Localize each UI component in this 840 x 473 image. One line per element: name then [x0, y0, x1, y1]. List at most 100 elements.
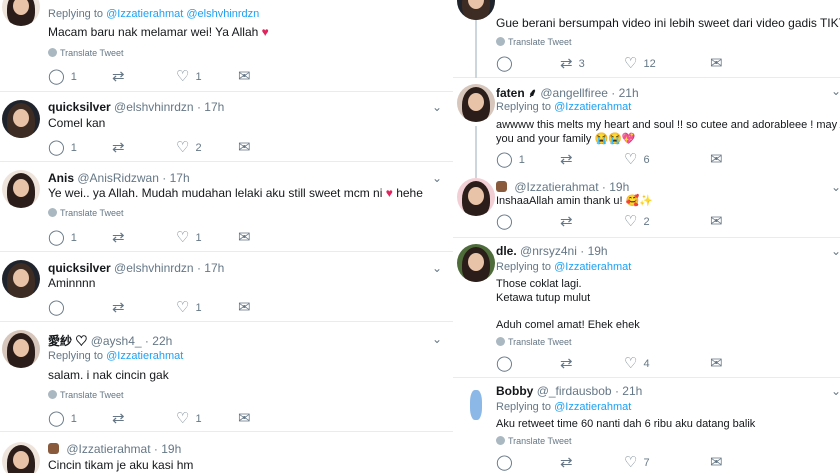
display-name[interactable]: faten ⸙	[496, 86, 537, 100]
chevron-down-icon[interactable]: ⌄	[831, 180, 840, 194]
user-handle[interactable]: @Izzatierahmat	[514, 180, 598, 194]
dm-button[interactable]: ✉	[238, 300, 251, 316]
like-button[interactable]: ♡ 1	[176, 411, 202, 427]
reply-button[interactable]: ◯ 1	[496, 152, 525, 168]
translate-tweet-link[interactable]: Translate Tweet	[496, 436, 572, 446]
retweet-button[interactable]: ⇄ 3	[560, 56, 585, 72]
retweet-button[interactable]: ⇄	[112, 300, 125, 316]
reply-mention-link[interactable]: @Izzatierahmat @elshvhinrdzn	[106, 8, 259, 20]
translate-tweet-link[interactable]: Translate Tweet	[48, 390, 124, 400]
avatar[interactable]	[2, 260, 40, 298]
dm-button[interactable]: ✉	[710, 214, 723, 230]
tweet[interactable]: 愛紗 ♡ @aysh4_ · 22h ⌄ Replying to @Izzati…	[0, 322, 453, 432]
like-button[interactable]: ♡ 6	[624, 152, 650, 168]
tweet[interactable]: faten ⸙ @angellfiree · 21h ⌄ Replying to…	[453, 78, 840, 178]
retweet-button[interactable]: ⇄	[112, 230, 125, 246]
dm-button[interactable]: ✉	[238, 140, 251, 156]
avatar[interactable]	[2, 0, 40, 26]
chevron-down-icon[interactable]: ⌄	[432, 100, 442, 114]
user-handle[interactable]: @nrsyz4ni	[520, 244, 577, 258]
retweet-button[interactable]: ⇄	[560, 455, 573, 471]
tweet[interactable]: Anis @AnisRidzwan · 17h ⌄ Ye wei.. ya Al…	[0, 162, 453, 252]
timestamp[interactable]: 21h	[619, 86, 639, 100]
reply-mention-link[interactable]: @Izzatierahmat	[106, 350, 183, 362]
chevron-down-icon[interactable]: ⌄	[432, 171, 442, 185]
like-button[interactable]: ♡ 12	[624, 56, 656, 72]
tweet[interactable]: Gue berani bersumpah video ini lebih swe…	[453, 0, 840, 78]
reply-button[interactable]: ◯ 1	[48, 230, 77, 246]
user-handle[interactable]: @elshvhinrdzn	[114, 100, 194, 114]
timestamp[interactable]: 17h	[204, 100, 224, 114]
avatar[interactable]	[2, 170, 40, 208]
like-button[interactable]: ♡ 2	[176, 140, 202, 156]
display-name[interactable]: Bobby	[496, 384, 533, 398]
user-handle[interactable]: @AnisRidzwan	[77, 171, 159, 185]
reply-button[interactable]: ◯	[496, 214, 513, 230]
chevron-down-icon[interactable]: ⌄	[432, 332, 442, 346]
display-name[interactable]: Anis	[48, 171, 74, 185]
avatar[interactable]	[457, 384, 495, 422]
retweet-button[interactable]: ⇄	[112, 411, 125, 427]
user-handle[interactable]: @_firdausbob	[537, 384, 612, 398]
retweet-button[interactable]: ⇄	[560, 356, 573, 372]
avatar[interactable]	[457, 0, 495, 20]
display-name[interactable]: 愛紗 ♡	[48, 334, 87, 348]
avatar[interactable]	[2, 100, 40, 138]
user-handle[interactable]: @Izzatierahmat	[66, 442, 150, 456]
chevron-down-icon[interactable]: ⌄	[831, 84, 840, 98]
tweet[interactable]: @Izzatierahmat · 19h ⌄ InshaaAllah amin …	[453, 172, 840, 238]
tweet[interactable]: quicksilver @elshvhinrdzn · 17h ⌄ Comel …	[0, 92, 453, 162]
translate-tweet-link[interactable]: Translate Tweet	[496, 337, 572, 347]
chevron-down-icon[interactable]: ⌄	[831, 244, 840, 258]
like-button[interactable]: ♡ 1	[176, 69, 202, 85]
dm-button[interactable]: ✉	[710, 152, 723, 168]
tweet[interactable]: Replying to @Izzatierahmat @elshvhinrdzn…	[0, 0, 453, 92]
translate-tweet-link[interactable]: Translate Tweet	[48, 48, 124, 58]
reply-mention-link[interactable]: @Izzatierahmat	[554, 401, 631, 413]
user-handle[interactable]: @angellfiree	[540, 86, 608, 100]
like-button[interactable]: ♡ 7	[624, 455, 650, 471]
timestamp[interactable]: 19h	[588, 244, 608, 258]
reply-mention-link[interactable]: @Izzatierahmat	[554, 101, 631, 113]
timestamp[interactable]: 17h	[204, 261, 224, 275]
reply-button[interactable]: ◯ 1	[48, 69, 77, 85]
dm-button[interactable]: ✉	[238, 69, 251, 85]
dm-button[interactable]: ✉	[710, 455, 723, 471]
timestamp[interactable]: 17h	[170, 171, 190, 185]
dm-button[interactable]: ✉	[238, 230, 251, 246]
dm-button[interactable]: ✉	[238, 411, 251, 427]
reply-button[interactable]: ◯	[48, 300, 65, 316]
timestamp[interactable]: 19h	[609, 180, 629, 194]
reply-button[interactable]: ◯ 1	[48, 411, 77, 427]
tweet[interactable]: quicksilver @elshvhinrdzn · 17h ⌄ Aminnn…	[0, 252, 453, 322]
like-button[interactable]: ♡ 1	[176, 300, 202, 316]
translate-tweet-link[interactable]: Translate Tweet	[496, 37, 572, 47]
tweet[interactable]: dle. @nrsyz4ni · 19h ⌄ Replying to @Izza…	[453, 238, 840, 378]
retweet-button[interactable]: ⇄	[560, 214, 573, 230]
avatar[interactable]	[2, 442, 40, 473]
dm-button[interactable]: ✉	[710, 356, 723, 372]
reply-button[interactable]: ◯	[496, 56, 513, 72]
tweet[interactable]: Bobby @_firdausbob · 21h ⌄ Replying to @…	[453, 378, 840, 473]
user-handle[interactable]: @elshvhinrdzn	[114, 261, 194, 275]
reply-button[interactable]: ◯	[496, 356, 513, 372]
timestamp[interactable]: 21h	[622, 384, 642, 398]
display-name[interactable]: dle.	[496, 244, 517, 258]
chevron-down-icon[interactable]: ⌄	[432, 261, 442, 275]
avatar[interactable]	[2, 330, 40, 368]
like-button[interactable]: ♡ 2	[624, 214, 650, 230]
reply-button[interactable]: ◯	[496, 455, 513, 471]
chevron-down-icon[interactable]: ⌄	[831, 384, 840, 398]
timestamp[interactable]: 22h	[152, 334, 172, 348]
translate-tweet-link[interactable]: Translate Tweet	[48, 208, 124, 218]
display-name[interactable]: quicksilver	[48, 261, 111, 275]
tweet[interactable]: @Izzatierahmat · 19h Cincin tikam je aku…	[0, 432, 453, 473]
retweet-button[interactable]: ⇄	[112, 69, 125, 85]
avatar[interactable]	[457, 178, 495, 216]
avatar[interactable]	[457, 84, 495, 122]
retweet-button[interactable]: ⇄	[112, 140, 125, 156]
like-button[interactable]: ♡ 1	[176, 230, 202, 246]
like-button[interactable]: ♡ 4	[624, 356, 650, 372]
retweet-button[interactable]: ⇄	[560, 152, 573, 168]
avatar[interactable]	[457, 244, 495, 282]
